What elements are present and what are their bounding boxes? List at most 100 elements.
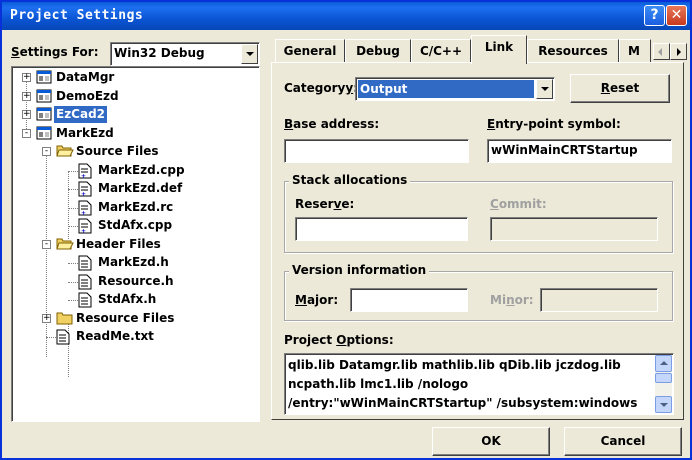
- project-tree[interactable]: + DataMgr + DemoEzd + EzCad2- MarkEzd - Source F…: [11, 66, 260, 422]
- tab-link[interactable]: Link: [471, 35, 527, 64]
- svg-text:+: +: [81, 191, 86, 197]
- base-address-label: Base address:: [284, 117, 380, 131]
- tree-node-label: StdAfx.h: [98, 292, 157, 306]
- collapse-minus-icon[interactable]: -: [42, 239, 51, 249]
- tab-cpp[interactable]: C/C++: [411, 39, 471, 63]
- tree-connector-line: [68, 263, 78, 264]
- link-tab-panel: Categoryy: Output Reset Base address: En…: [271, 62, 684, 420]
- stack-allocations-title: Stack allocations: [289, 173, 411, 187]
- tree-node[interactable]: + StdAfx.cpp: [12, 217, 257, 235]
- project-icon: [36, 89, 52, 103]
- commit-label: Commit:: [490, 197, 547, 211]
- tree-node[interactable]: Resource.h: [12, 273, 257, 291]
- tab-scroll-left-icon[interactable]: [653, 43, 670, 60]
- tree-node-label: StdAfx.cpp: [98, 218, 173, 232]
- tree-connector-line: [46, 337, 56, 338]
- tree-node-label: MarkEzd.def: [98, 181, 183, 195]
- ok-button[interactable]: OK: [432, 427, 550, 456]
- tree-node[interactable]: - MarkEzd: [12, 125, 257, 143]
- minor-input: [540, 288, 658, 312]
- expand-plus-icon[interactable]: +: [22, 91, 31, 101]
- scroll-thumb[interactable]: [655, 373, 672, 383]
- tab-resources[interactable]: Resources: [527, 39, 619, 63]
- commit-input: [490, 217, 658, 241]
- source-file-icon: +: [78, 163, 94, 180]
- cancel-button[interactable]: Cancel: [564, 427, 682, 456]
- expand-plus-icon[interactable]: +: [22, 110, 31, 119]
- tree-node-label: Header Files: [76, 236, 161, 251]
- project-options-textarea[interactable]: qlib.lib Datamgr.lib mathlib.lib qDib.li…: [284, 353, 674, 415]
- svg-text:+: +: [81, 228, 86, 234]
- tree-node-label: ReadMe.txt: [76, 329, 154, 343]
- tree-connector-line: [68, 189, 78, 190]
- folder-closed-icon: [56, 311, 73, 325]
- tree-connector-line: [68, 170, 78, 172]
- source-file-icon: +: [78, 200, 94, 217]
- window-title: Project Settings: [10, 8, 144, 23]
- tree-connector-line: [68, 226, 78, 227]
- tree-node-label: Resource.h: [98, 273, 174, 288]
- tree-connector-line: [68, 207, 78, 209]
- help-button[interactable]: ?: [644, 5, 665, 26]
- tree-node[interactable]: - Source Files: [12, 143, 257, 161]
- tree-node-label: MarkEzd.rc: [98, 199, 174, 214]
- settings-for-combo[interactable]: Win32 Debug: [110, 42, 260, 66]
- tree-node[interactable]: StdAfx.h: [12, 291, 257, 309]
- project-options-label: Project Options:: [284, 333, 394, 347]
- tree-node-label: DataMgr: [56, 70, 115, 84]
- tree-node[interactable]: MarkEzd.h: [12, 254, 257, 272]
- tree-node[interactable]: ReadMe.txt: [12, 328, 257, 346]
- tree-node[interactable]: + MarkEzd.rc: [12, 199, 257, 217]
- collapse-minus-icon[interactable]: -: [42, 147, 51, 156]
- category-label: Categoryy:: [284, 81, 358, 95]
- category-dropdown-icon[interactable]: [536, 79, 553, 99]
- scroll-up-icon[interactable]: [655, 355, 672, 372]
- folder-open-icon: [56, 237, 74, 251]
- tree-node-label: DemoEzd: [56, 88, 119, 103]
- tree-node[interactable]: + DemoEzd: [12, 88, 257, 106]
- category-combo[interactable]: Output: [355, 77, 555, 101]
- text-file-icon: [78, 292, 94, 308]
- project-icon: [36, 70, 52, 84]
- close-button[interactable]: ✕: [666, 5, 687, 26]
- reserve-label: Reserve:: [295, 197, 355, 211]
- title-bar[interactable]: Project Settings ? ✕: [2, 2, 690, 30]
- project-options-text: qlib.lib Datamgr.lib mathlib.lib qDib.li…: [288, 358, 638, 410]
- reserve-input[interactable]: [295, 217, 468, 241]
- version-information-title: Version information: [289, 263, 430, 277]
- entry-point-input[interactable]: wWinMainCRTStartup: [487, 139, 672, 163]
- tree-connector-line: [68, 300, 78, 301]
- tree-connector-line: [68, 281, 78, 283]
- tree-node[interactable]: - Header Files: [12, 236, 257, 254]
- svg-text:+: +: [81, 210, 86, 216]
- tree-node[interactable]: + MarkEzd.def: [12, 180, 257, 198]
- minor-label: Minor:: [490, 293, 534, 307]
- base-address-input[interactable]: [284, 139, 469, 163]
- text-file-icon: [78, 255, 94, 271]
- settings-for-dropdown-icon[interactable]: [241, 44, 258, 64]
- category-value: Output: [358, 80, 534, 98]
- tree-node[interactable]: + Resource Files: [12, 310, 257, 328]
- tab-debug[interactable]: Debug: [345, 39, 411, 63]
- tree-node-label: MarkEzd: [56, 125, 114, 140]
- tree-node[interactable]: + DataMgr: [12, 69, 257, 87]
- tab-more[interactable]: M: [619, 39, 651, 63]
- tree-node[interactable]: + EzCad2: [12, 106, 257, 124]
- entry-point-label: Entry-point symbol:: [487, 117, 621, 131]
- tab-scroll-right-icon[interactable]: [670, 43, 687, 60]
- major-label: Major:: [295, 293, 339, 307]
- collapse-minus-icon[interactable]: -: [22, 128, 31, 138]
- scroll-down-icon[interactable]: [655, 396, 672, 413]
- tree-node-label: Source Files: [76, 144, 159, 158]
- source-file-icon: +: [78, 181, 94, 198]
- tree-node[interactable]: + MarkEzd.cpp: [12, 162, 257, 180]
- expand-plus-icon[interactable]: +: [42, 313, 51, 323]
- settings-for-label: Settings For:: [11, 45, 99, 59]
- expand-plus-icon[interactable]: +: [22, 73, 31, 82]
- source-file-icon: +: [78, 218, 94, 235]
- tab-general[interactable]: General: [275, 39, 345, 63]
- major-input[interactable]: [350, 288, 468, 312]
- reset-button[interactable]: Reset: [570, 74, 670, 103]
- tree-node-label: MarkEzd.h: [98, 255, 169, 269]
- project-options-scrollbar[interactable]: [655, 355, 672, 413]
